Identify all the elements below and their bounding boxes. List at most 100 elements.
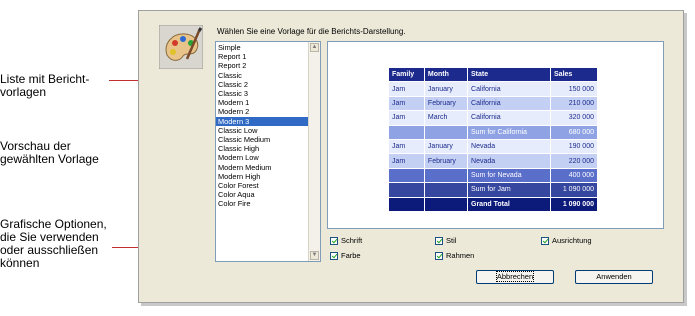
preview-header-row: Family Month State Sales [388,66,598,83]
template-list-item[interactable]: Classic 2 [216,80,310,89]
preview-cell: 320 000 [550,110,598,126]
annotation-template-list: Liste mit Bericht- vorlagen [0,73,89,99]
option-label: Stil [446,236,457,245]
preview-cell: Grand Total [467,196,552,212]
preview-cell: Jam [388,138,425,155]
template-list-item[interactable]: Modern 1 [216,98,310,107]
checkbox-checked-icon[interactable] [330,252,338,261]
preview-cell [423,167,469,184]
annotation-line: gewählten Vorlage [0,152,99,166]
preview-row: Jam March California 320 000 [388,110,598,126]
preview-cell [388,167,425,184]
preview-header: Sales [550,66,598,83]
palette-icon [159,25,203,69]
cancel-button[interactable]: Abbrechen [476,270,554,284]
checkbox-checked-icon[interactable] [330,237,338,246]
preview-cell [423,182,469,198]
template-list-item[interactable]: Modern High [216,172,310,181]
preview-cell: Jam [388,110,425,126]
checkbox-checked-icon[interactable] [435,252,443,261]
template-list-item[interactable]: Classic 3 [216,89,310,98]
preview-cell: 220 000 [550,153,598,169]
template-list-item[interactable]: Classic Low [216,126,310,135]
template-list-item[interactable]: Modern Medium [216,163,310,172]
dialog-prompt: Wählen Sie eine Vorlage für die Berichts… [217,27,406,36]
preview-cell: January [423,81,469,97]
preview-cell: Nevada [467,138,552,155]
preview-row: Sum for Nevada 400 000 [388,167,598,184]
preview-row: Jam January California 150 000 [388,81,598,97]
option-ausrichtung[interactable]: Ausrichtung [541,236,592,246]
preview-cell: California [467,81,552,97]
preview-cell: Jam [388,81,425,97]
preview-cell: March [423,110,469,126]
preview-header: State [467,66,552,83]
scroll-down-arrow-icon[interactable]: ▼ [310,251,319,260]
checkbox-checked-icon[interactable] [435,237,443,246]
option-schrift[interactable]: Schrift [330,236,363,246]
preview-row: Jam February Nevada 220 000 [388,153,598,169]
preview-cell: Jam [388,153,425,169]
preview-cell: Sum for California [467,124,552,140]
preview-table: Family Month State Sales Jam January Calif… [388,66,598,212]
preview-header: Month [423,66,469,83]
preview-cell: 680 000 [550,124,598,140]
option-label: Schrift [341,236,363,245]
template-list-item[interactable]: Modern 2 [216,107,310,116]
template-list-item[interactable]: Report 1 [216,52,310,61]
preview-cell: January [423,138,469,155]
template-listbox[interactable]: Simple Report 1 Report 2 Classic Classic 2 Cl… [215,41,321,262]
preview-cell: Sum for Nevada [467,167,552,184]
preview-cell [423,124,469,140]
option-farbe[interactable]: Farbe [330,251,361,261]
annotation-options: Grafische Optionen, die Sie verwenden od… [0,218,107,270]
preview-cell: California [467,110,552,126]
preview-cell: Sum for Jam [467,182,552,198]
option-label: Farbe [341,251,361,260]
apply-button[interactable]: Anwenden [575,270,653,284]
template-list-item[interactable]: Color Aqua [216,190,310,199]
option-stil[interactable]: Stil [435,236,457,246]
template-list-item[interactable]: Color Forest [216,181,310,190]
preview-cell: 1 090 000 [550,182,598,198]
button-label: Anwenden [596,272,632,281]
preview-header: Family [388,66,425,83]
preview-cell: California [467,95,552,112]
preview-cell: Nevada [467,153,552,169]
preview-row: Jam January Nevada 190 000 [388,138,598,155]
preview-cell [388,196,425,212]
annotation-preview: Vorschau der gewählten Vorlage [0,140,99,166]
template-list-item[interactable]: Classic [216,71,310,80]
template-list: Simple Report 1 Report 2 Classic Classic 2 Cl… [216,43,310,209]
annotation-line: vorlagen [0,85,47,99]
preview-row: Sum for California 680 000 [388,124,598,140]
template-list-item[interactable]: Simple [216,43,310,52]
preview-cell: February [423,153,469,169]
option-label: Ausrichtung [552,236,592,245]
preview-cell [388,182,425,198]
listbox-scrollbar[interactable]: ▲ ▼ [308,42,320,261]
template-list-item[interactable]: Modern Low [216,153,310,162]
preview-cell: 150 000 [550,81,598,97]
preview-cell [423,196,469,212]
preview-cell: 400 000 [550,167,598,184]
template-list-item[interactable]: Classic High [216,144,310,153]
checkbox-checked-icon[interactable] [541,237,549,246]
preview-cell: Jam [388,95,425,112]
preview-cell [388,124,425,140]
option-rahmen[interactable]: Rahmen [435,251,475,261]
preview-cell: 210 000 [550,95,598,112]
option-label: Rahmen [446,251,475,260]
scroll-up-arrow-icon[interactable]: ▲ [310,43,319,52]
template-list-item[interactable]: Classic Medium [216,135,310,144]
template-list-item[interactable]: Report 2 [216,61,310,70]
template-list-item[interactable]: Color Fire [216,199,310,208]
preview-cell: 1 090 000 [550,196,598,212]
button-label: Abbrechen [495,271,535,282]
template-list-item[interactable]: Modern 3 [216,116,310,126]
preview-row: Grand Total 1 090 000 [388,196,598,212]
preview-cell: February [423,95,469,112]
annotation-line: können [0,256,40,270]
preview-cell: 190 000 [550,138,598,155]
preview-row: Sum for Jam 1 090 000 [388,182,598,198]
